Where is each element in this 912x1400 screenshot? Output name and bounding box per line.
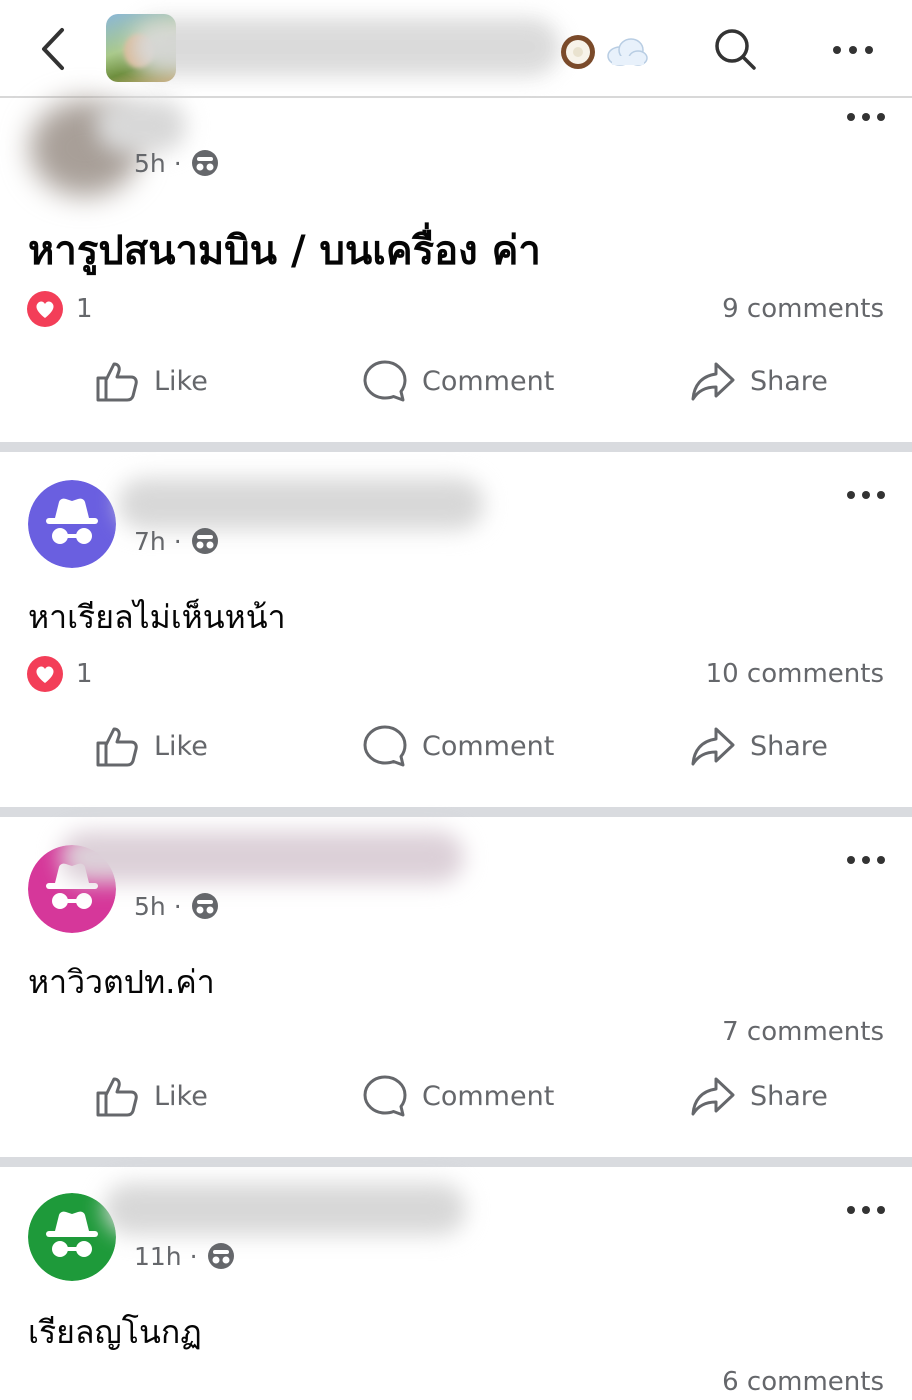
love-reaction-icon [27,656,63,692]
comment-bubble-icon [363,360,407,402]
comments-count[interactable]: 10 comments [706,659,884,689]
post-text: หาวิวตปท.ค่า [28,963,215,1001]
author-name-redacted [96,100,186,152]
post-actions: Like Comment Share [0,1073,912,1143]
post-more-icon[interactable] [844,480,888,510]
like-button[interactable]: Like [94,358,208,404]
more-horizontal-icon [833,46,873,54]
post-divider [0,1157,912,1167]
reaction-count: 1 [76,659,93,689]
like-label: Like [154,730,208,762]
author-name-redacted [118,478,484,530]
reaction-summary[interactable]: 1 [26,655,93,693]
comments-count[interactable]: 6 comments [722,1367,884,1397]
post-divider [0,442,912,452]
post-more-icon[interactable] [844,1195,888,1225]
love-reaction-icon [27,291,63,327]
cloud-emoji-icon [607,38,648,66]
anonymous-member-icon [28,1193,116,1281]
more-options-button[interactable] [828,30,878,70]
post-text: หารูปสนามบิน / บนเครื่อง ค่า [28,228,541,274]
post-text: เรียลญโนกฏ [28,1313,202,1351]
search-icon [715,29,756,70]
post-time: 5h [134,891,166,921]
comment-bubble-icon [363,1075,407,1117]
coconut-emoji-icon [561,35,595,69]
share-label: Share [750,730,828,762]
share-arrow-icon [691,1077,735,1116]
comments-count[interactable]: 9 comments [722,294,884,324]
meta-separator: · [189,1241,198,1271]
meta-separator: · [173,891,182,921]
post-meta: 5h · [134,148,220,178]
comment-button[interactable]: Comment [362,1073,554,1119]
post-card: 5h · หาวิวตปท.ค่า 7 comments Like Commen… [0,817,912,1157]
thumbs-up-icon [96,727,138,767]
anonymous-avatar[interactable] [28,480,116,568]
anonymous-avatar[interactable] [28,1193,116,1281]
share-button[interactable]: Share [690,723,828,769]
share-label: Share [750,365,828,397]
like-button[interactable]: Like [94,1073,208,1119]
post-more-icon[interactable] [844,845,888,875]
comment-label: Comment [422,365,555,397]
post-actions: Like Comment Share [0,723,912,793]
comment-button[interactable]: Comment [362,358,554,404]
reaction-summary[interactable]: 1 [26,290,93,328]
reaction-count: 1 [76,294,93,324]
post-actions: Like Comment Share [0,358,912,428]
comment-label: Comment [422,730,555,762]
post-meta: 7h · [134,526,220,556]
post-meta: 11h · [134,1241,236,1271]
share-button[interactable]: Share [690,1073,828,1119]
comment-bubble-icon [363,725,407,767]
back-button[interactable] [34,24,74,74]
anonymous-audience-icon [191,528,218,554]
anonymous-audience-icon [207,1243,234,1269]
share-arrow-icon [691,727,735,766]
chevron-left-icon [42,28,64,70]
share-button[interactable]: Share [690,358,828,404]
anonymous-audience-icon [191,893,218,919]
comment-button[interactable]: Comment [362,723,554,769]
post-time: 11h [134,1241,182,1271]
top-app-bar [0,0,912,98]
anonymous-audience-icon [191,150,218,176]
post-more-icon[interactable] [844,102,888,132]
post-card: 11h · เรียลญโนกฏ 6 comments [0,1167,912,1400]
like-button[interactable]: Like [94,723,208,769]
post-card: 5h · หารูปสนามบิน / บนเครื่อง ค่า 1 9 co… [0,100,912,442]
post-card: 7h · หาเรียลไม่เห็นหน้า 1 10 comments Li… [0,452,912,807]
comments-count[interactable]: 7 comments [722,1017,884,1047]
thumbs-up-icon [96,362,138,402]
anonymous-member-icon [28,480,116,568]
meta-separator: · [173,148,182,178]
post-meta: 5h · [134,891,220,921]
like-label: Like [154,1080,208,1112]
search-button[interactable] [710,24,760,74]
like-label: Like [154,365,208,397]
group-name-redacted [130,18,560,76]
meta-separator: · [173,526,182,556]
share-label: Share [750,1080,828,1112]
author-name-redacted [104,1183,466,1235]
post-text: หาเรียลไม่เห็นหน้า [28,598,286,636]
post-time: 7h [134,526,166,556]
share-arrow-icon [691,362,735,401]
author-name-redacted [60,831,464,883]
thumbs-up-icon [96,1077,138,1117]
post-divider [0,807,912,817]
post-time: 5h [134,148,166,178]
comment-label: Comment [422,1080,555,1112]
